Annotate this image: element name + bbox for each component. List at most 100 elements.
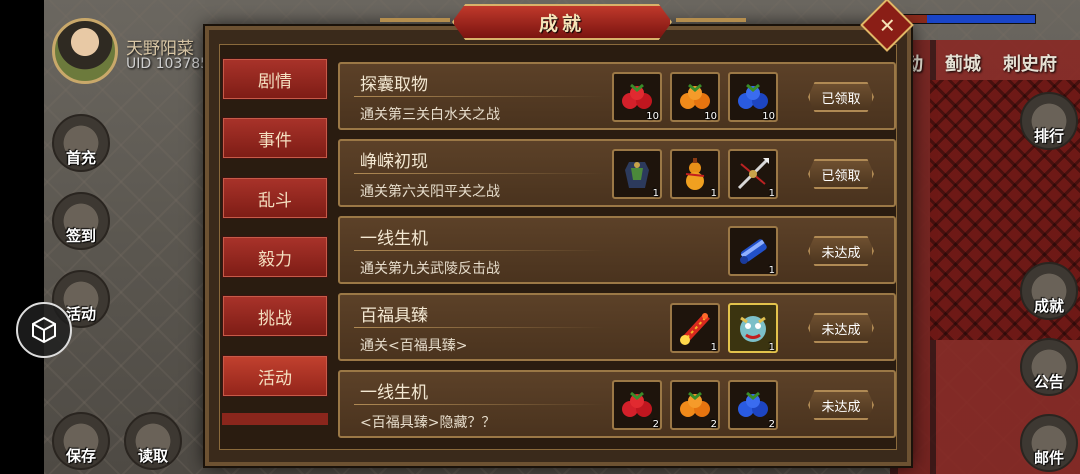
reward-count: 1: [652, 188, 659, 199]
announcement-label: 公告: [1033, 373, 1064, 391]
achievement-desc: 通关第三关白水关之战: [360, 107, 500, 123]
dialog-title-plate: 成就: [452, 4, 672, 40]
load-button[interactable]: 读取: [124, 412, 182, 470]
title-ornament-right: [676, 18, 746, 22]
claim-status-button[interactable]: 已领取: [808, 159, 874, 189]
location-labels: 动 蓟城 刺史府: [905, 50, 1057, 76]
mail-button[interactable]: 邮件: [1020, 414, 1078, 472]
player-uid: UID 103785: [126, 56, 210, 72]
ranking-button[interactable]: 排行: [1020, 92, 1078, 150]
tab-label: 剧情: [258, 71, 292, 92]
location-label-3[interactable]: 刺史府: [1003, 50, 1057, 76]
mail-label: 邮件: [1033, 449, 1064, 467]
reward-count: 1: [768, 188, 775, 199]
divider: [354, 173, 604, 174]
status-label: 已领取: [821, 168, 861, 184]
tab-challenge[interactable]: 挑战: [222, 295, 328, 337]
red-fruit-icon: [622, 391, 652, 417]
title-ornament-left: [380, 18, 450, 22]
achievement-title: 探囊取物: [360, 75, 428, 95]
load-label: 读取: [137, 447, 168, 465]
achievement-title: 峥嵘初现: [360, 152, 428, 172]
tab-story[interactable]: 剧情: [222, 58, 328, 100]
reward-count: 1: [768, 265, 775, 276]
divider: [354, 404, 604, 405]
status-label: 未达成: [821, 322, 861, 338]
gourd-icon: [685, 158, 705, 190]
tab-label: 毅力: [258, 249, 292, 270]
tab-perseverance[interactable]: 毅力: [222, 236, 328, 278]
reward-slot[interactable]: 1: [670, 149, 720, 199]
first-recharge-button[interactable]: 首充: [52, 114, 110, 172]
announcement-button[interactable]: 公告: [1020, 338, 1078, 396]
location-label-2[interactable]: 蓟城: [945, 50, 981, 76]
reward-count: 2: [652, 419, 659, 430]
tab-activity[interactable]: 活动: [222, 355, 328, 397]
reward-slot[interactable]: 10: [670, 72, 720, 122]
claim-status-button[interactable]: 已领取: [808, 82, 874, 112]
reward-slot[interactable]: 1: [670, 303, 720, 353]
reward-count: 10: [762, 111, 775, 122]
reward-count: 10: [646, 111, 659, 122]
achievement-title: 一线生机: [360, 383, 428, 403]
list-item: 一线生机 通关第九关武陵反击战 1 未达成: [338, 216, 896, 284]
claim-status-button[interactable]: 未达成: [808, 313, 874, 343]
tab-label: 挑战: [258, 308, 292, 329]
list-item: 百福具臻 通关<百福具臻> 1 1 未达成: [338, 293, 896, 361]
list-item: 探囊取物 通关第三关白水关之战 10 10 10 已领取: [338, 62, 896, 130]
save-label: 保存: [65, 447, 96, 465]
reward-slot[interactable]: 1: [728, 149, 778, 199]
tab-events[interactable]: 事件: [222, 117, 328, 159]
reward-slot[interactable]: 1: [612, 149, 662, 199]
spear-icon: [737, 158, 769, 190]
first-recharge-label: 首充: [65, 149, 96, 167]
reward-slot[interactable]: 2: [612, 380, 662, 430]
ranking-label: 排行: [1033, 127, 1064, 145]
cube-icon: [32, 316, 56, 344]
reward-count: 1: [768, 342, 775, 353]
save-button[interactable]: 保存: [52, 412, 110, 470]
achievement-button[interactable]: 成就: [1020, 262, 1078, 320]
claim-status-button[interactable]: 未达成: [808, 390, 874, 420]
list-item: 一线生机 <百福具臻>隐藏？？ 2 2 2 未达成: [338, 370, 896, 438]
orange-fruit-icon: [680, 391, 710, 417]
achievement-title: 百福具臻: [360, 306, 428, 326]
reward-slot[interactable]: 10: [612, 72, 662, 122]
reward-count: 1: [710, 342, 717, 353]
sign-in-button[interactable]: 签到: [52, 192, 110, 250]
tab-label: 活动: [258, 368, 292, 389]
scroll-icon: [740, 239, 767, 264]
reward-count: 10: [704, 111, 717, 122]
reward-slot[interactable]: 10: [728, 72, 778, 122]
reward-slot[interactable]: 1: [728, 303, 778, 353]
reward-count: 1: [710, 188, 717, 199]
tab-brawl[interactable]: 乱斗: [222, 177, 328, 219]
achievement-desc: 通关第九关武陵反击战: [360, 261, 500, 277]
reward-slot[interactable]: 2: [670, 380, 720, 430]
divider: [354, 327, 604, 328]
status-label: 未达成: [821, 399, 861, 415]
divider: [354, 250, 604, 251]
reward-slot[interactable]: 1: [728, 226, 778, 276]
achievement-label: 成就: [1033, 297, 1064, 315]
tab-label: 事件: [258, 130, 292, 151]
player-avatar[interactable]: [52, 18, 118, 84]
lion-mask-icon: [740, 316, 766, 342]
reward-count: 2: [768, 419, 775, 430]
achievement-desc: <百福具臻>隐藏？？: [360, 415, 496, 431]
firecracker-icon: [680, 313, 710, 345]
achievement-desc: 通关第六关阳平关之战: [360, 184, 500, 200]
status-label: 已领取: [821, 91, 861, 107]
status-label: 未达成: [821, 245, 861, 261]
reward-slot[interactable]: 2: [728, 380, 778, 430]
reward-count: 2: [710, 419, 717, 430]
achievement-desc: 通关<百福具臻>: [360, 338, 468, 354]
claim-status-button[interactable]: 未达成: [808, 236, 874, 266]
sign-in-label: 签到: [65, 227, 96, 245]
tab-scroll-stub[interactable]: [222, 413, 328, 425]
close-icon: ✕: [878, 12, 896, 37]
floating-assistant-button[interactable]: [16, 302, 72, 358]
blue-fruit-icon: [738, 391, 768, 417]
divider: [354, 96, 604, 97]
achievement-title: 一线生机: [360, 229, 428, 249]
